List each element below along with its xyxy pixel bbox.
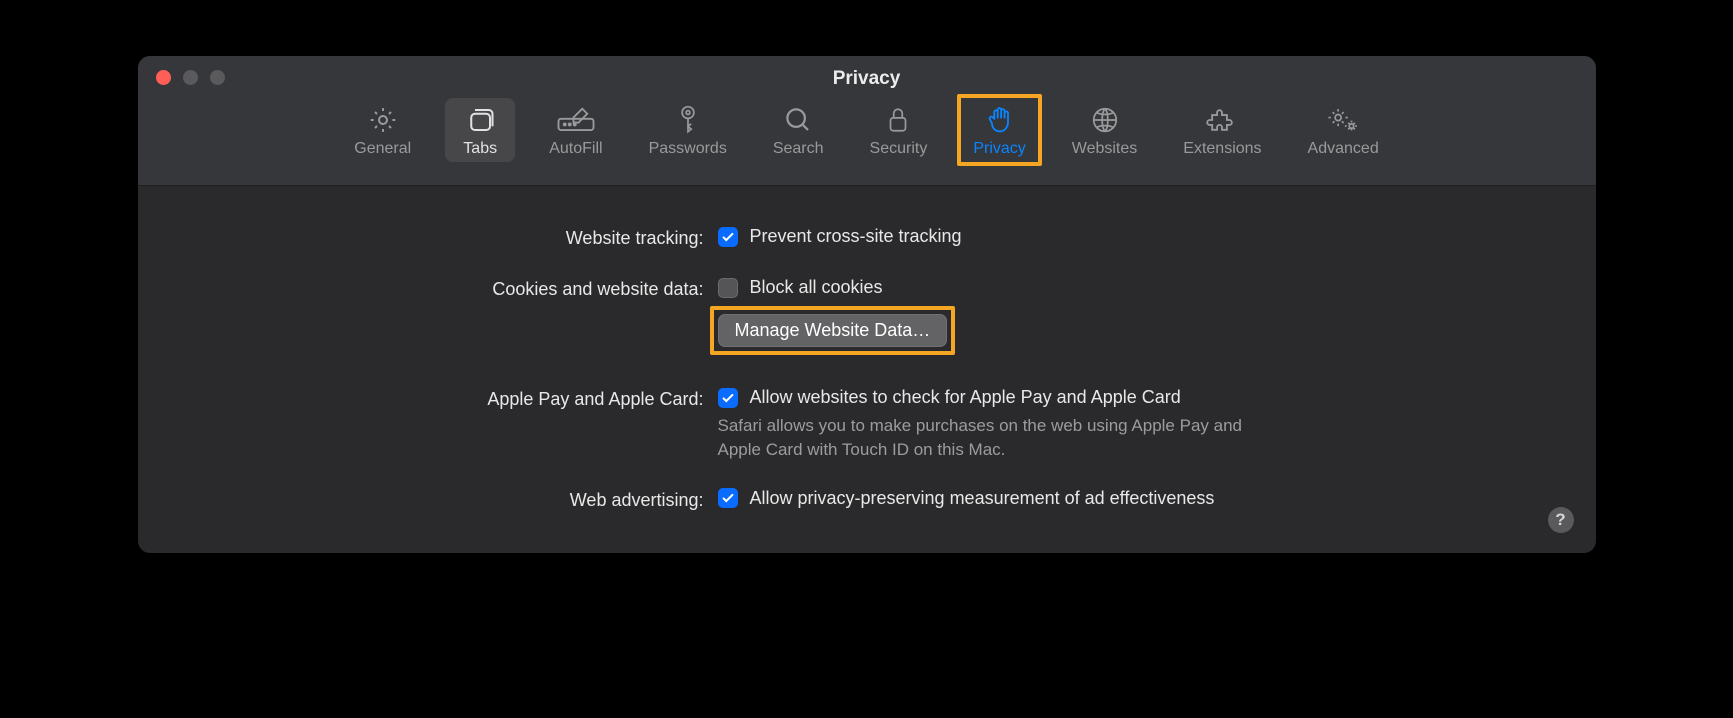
tab-label: Search [773, 140, 824, 158]
apple-pay-row: Apple Pay and Apple Card: Allow websites… [178, 387, 1556, 462]
apple-pay-checkbox[interactable]: Allow websites to check for Apple Pay an… [718, 387, 1556, 408]
gear-icon [368, 102, 398, 138]
zoom-window-button[interactable] [210, 70, 225, 85]
row-label: Web advertising: [178, 488, 718, 511]
checkbox-checked-icon [718, 488, 738, 508]
web-advertising-row: Web advertising: Allow privacy-preservin… [178, 488, 1556, 513]
tab-label: Advanced [1308, 140, 1379, 158]
checkbox-label: Prevent cross-site tracking [750, 226, 962, 247]
gears-icon [1326, 102, 1360, 138]
close-window-button[interactable] [156, 70, 171, 85]
tab-general[interactable]: General [342, 98, 423, 162]
lock-icon [885, 102, 911, 138]
tab-label: Privacy [973, 140, 1025, 158]
tab-tabs[interactable]: Tabs [445, 98, 515, 162]
puzzle-icon [1206, 102, 1238, 138]
tabs-icon [464, 102, 496, 138]
tab-extensions[interactable]: Extensions [1171, 98, 1273, 162]
checkbox-label: Allow privacy-preserving measurement of … [750, 488, 1215, 509]
website-tracking-row: Website tracking: Prevent cross-site tra… [178, 226, 1556, 251]
checkbox-checked-icon [718, 227, 738, 247]
window-controls [156, 70, 225, 85]
tab-label: Passwords [649, 140, 727, 158]
help-button[interactable]: ? [1548, 507, 1574, 533]
tab-label: Tabs [463, 140, 497, 158]
key-icon [675, 102, 701, 138]
preferences-toolbar: General Tabs AutoFill Passwords [138, 98, 1596, 170]
block-all-cookies-checkbox[interactable]: Block all cookies [718, 277, 1556, 298]
tab-label: Extensions [1183, 140, 1261, 158]
tab-websites[interactable]: Websites [1060, 98, 1150, 162]
manage-website-data-button[interactable]: Manage Website Data… [718, 314, 948, 347]
tab-privacy[interactable]: Privacy [961, 98, 1037, 162]
tab-search[interactable]: Search [761, 98, 836, 162]
tab-autofill[interactable]: AutoFill [537, 98, 614, 162]
checkbox-checked-icon [718, 388, 738, 408]
tab-label: Websites [1072, 140, 1138, 158]
tab-label: General [354, 140, 411, 158]
checkbox-label: Block all cookies [750, 277, 883, 298]
checkbox-unchecked-icon [718, 278, 738, 298]
row-label: Apple Pay and Apple Card: [178, 387, 718, 410]
privacy-pane: Website tracking: Prevent cross-site tra… [138, 186, 1596, 553]
row-label: Website tracking: [178, 226, 718, 249]
row-label: Cookies and website data: [178, 277, 718, 300]
window-title: Privacy [138, 56, 1596, 90]
checkbox-label: Allow websites to check for Apple Pay an… [750, 387, 1181, 408]
tab-label: Security [870, 140, 928, 158]
tab-label: AutoFill [549, 140, 602, 158]
apple-pay-description: Safari allows you to make purchases on t… [718, 414, 1278, 462]
tab-security[interactable]: Security [858, 98, 940, 162]
titlebar: Privacy General Tabs AutoFill [138, 56, 1596, 186]
ad-measurement-checkbox[interactable]: Allow privacy-preserving measurement of … [718, 488, 1556, 509]
cookies-row: Cookies and website data: Block all cook… [178, 277, 1556, 347]
minimize-window-button[interactable] [183, 70, 198, 85]
tab-advanced[interactable]: Advanced [1296, 98, 1391, 162]
magnifier-icon [783, 102, 813, 138]
prevent-cross-site-checkbox[interactable]: Prevent cross-site tracking [718, 226, 1556, 247]
preferences-window: Privacy General Tabs AutoFill [138, 56, 1596, 553]
pencil-field-icon [556, 102, 596, 138]
hand-icon [986, 102, 1014, 138]
globe-icon [1090, 102, 1120, 138]
tab-passwords[interactable]: Passwords [637, 98, 739, 162]
